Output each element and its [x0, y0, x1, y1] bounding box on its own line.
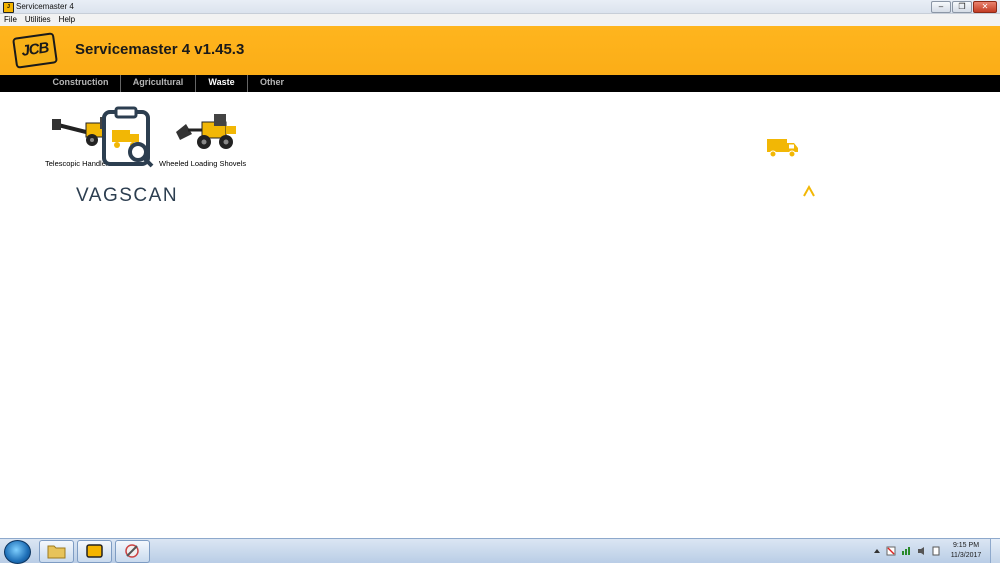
menu-utilities[interactable]: Utilities	[21, 14, 55, 26]
folder-icon	[47, 545, 66, 559]
clock-date: 11/3/2017	[950, 552, 982, 559]
tab-other[interactable]: Other	[248, 75, 296, 92]
minimize-button[interactable]: –	[931, 1, 951, 13]
wheel-loader-icon	[176, 114, 236, 149]
taskbar-explorer-button[interactable]	[39, 540, 74, 563]
taskbar: 9:15 PM 11/3/2017	[0, 538, 1000, 564]
vagscan-watermark: VAGSCAN	[76, 185, 179, 206]
machine-wheeled-loading-shovels[interactable]: Wheeled Loading Shovels	[158, 108, 258, 170]
jcb-app-icon: J	[3, 2, 14, 13]
title-bar: J Servicemaster 4 – ❐ ✕	[0, 0, 1000, 14]
tab-construction[interactable]: Construction	[41, 75, 121, 92]
taskbar-clock[interactable]: 9:15 PM 11/3/2017	[946, 541, 986, 561]
clock-time: 9:15 PM	[952, 542, 980, 549]
header-banner: JCB Servicemaster 4 v1.45.3	[0, 26, 1000, 75]
system-tray-icons[interactable]	[872, 546, 942, 556]
jcb-logo: JCB	[12, 32, 58, 69]
truck-icon	[767, 139, 798, 158]
maximize-button[interactable]: ❐	[952, 1, 972, 13]
taskbar-servicemaster-button[interactable]	[77, 540, 112, 563]
category-nav: Construction Agricultural Waste Other	[0, 75, 1000, 92]
vagscan-clipboard-icon	[102, 106, 154, 168]
show-desktop-button[interactable]	[990, 539, 1000, 563]
menu-file[interactable]: File	[0, 14, 21, 26]
window-title: Servicemaster 4	[16, 2, 74, 11]
tools-icon	[125, 544, 139, 558]
window-controls: – ❐ ✕	[931, 1, 997, 13]
machine-label: Wheeled Loading Shovels	[159, 159, 247, 168]
tab-waste[interactable]: Waste	[196, 75, 248, 92]
start-button[interactable]	[4, 540, 31, 564]
tab-agricultural[interactable]: Agricultural	[121, 75, 196, 92]
close-button[interactable]: ✕	[973, 1, 997, 13]
app-title: Servicemaster 4 v1.45.3	[75, 41, 245, 58]
menu-bar: File Utilities Help	[0, 14, 1000, 26]
chevron-up-icon	[803, 184, 815, 197]
menu-help[interactable]: Help	[55, 14, 79, 26]
jcb-app-icon	[86, 544, 103, 558]
taskbar-tool-button[interactable]	[115, 540, 150, 563]
